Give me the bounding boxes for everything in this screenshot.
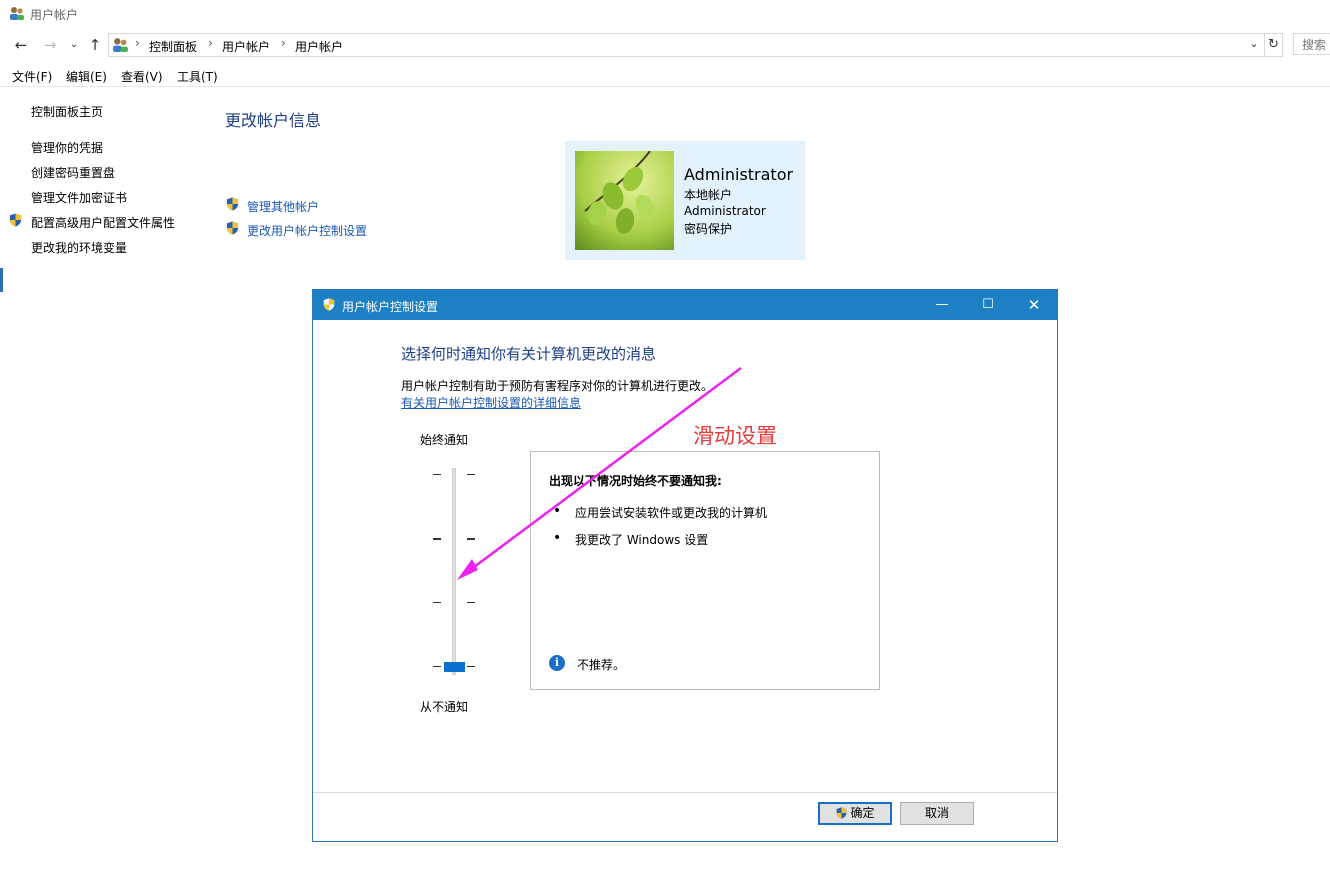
users-icon <box>113 38 128 52</box>
slider-tick <box>433 602 441 603</box>
menu-tools[interactable]: 工具(T) <box>177 68 218 85</box>
level-description-bullet: 我更改了 Windows 设置 <box>575 533 709 547</box>
slider-label-never-notify: 从不通知 <box>420 700 469 714</box>
menu-edit[interactable]: 编辑(E) <box>66 68 107 85</box>
uac-shield-icon <box>9 213 22 227</box>
sidebar-control-panel-home[interactable]: 控制面板主页 <box>31 103 103 120</box>
dialog-title-bar[interactable]: 用户帐户控制设置 — ☐ ✕ <box>313 290 1057 320</box>
user-avatar[interactable] <box>575 151 674 250</box>
breadcrumb-separator-icon[interactable]: › <box>281 36 286 50</box>
address-bar[interactable]: › 控制面板 › 用户帐户 › 用户帐户 ⌄ <box>108 33 1265 57</box>
menu-bar: 文件(F) 编辑(E) 查看(V) 工具(T) <box>0 64 1330 87</box>
sidebar-item-environment-variables[interactable]: 更改我的环境变量 <box>31 239 127 256</box>
uac-shield-icon <box>323 298 335 311</box>
uac-details-link[interactable]: 有关用户帐户控制设置的详细信息 <box>401 394 581 411</box>
uac-shield-icon <box>226 221 239 235</box>
slider-label-always-notify: 始终通知 <box>420 433 469 447</box>
bullet-icon: • <box>553 503 562 519</box>
user-name: Administrator <box>684 165 794 184</box>
window-title: 用户帐户 <box>30 8 79 22</box>
sidebar-item-encryption-certificates[interactable]: 管理文件加密证书 <box>31 189 127 206</box>
breadcrumb-user-accounts[interactable]: 用户帐户 <box>222 38 270 55</box>
slider-tick <box>433 538 441 540</box>
slider-tick <box>467 474 475 475</box>
change-uac-settings-link[interactable]: 更改用户帐户控制设置 <box>247 222 367 239</box>
breadcrumb-separator-icon[interactable]: › <box>135 36 140 50</box>
navigation-bar: ← → ⌄ ↑ › 控制面板 › 用户帐户 › 用户帐户 ⌄ ↻ 搜索 <box>0 30 1330 60</box>
back-arrow-icon[interactable]: ← <box>12 36 30 54</box>
breadcrumb-separator-icon[interactable]: › <box>208 36 213 50</box>
forward-arrow-icon[interactable]: → <box>41 36 59 54</box>
account-type: 本地帐户 <box>684 188 733 202</box>
breadcrumb-user-accounts-current[interactable]: 用户帐户 <box>295 38 343 55</box>
ok-button-label: 确定 <box>850 806 875 820</box>
maximize-icon[interactable]: ☐ <box>965 290 1011 320</box>
address-dropdown-chevron-icon[interactable]: ⌄ <box>1246 35 1262 53</box>
user-card: Administrator 本地帐户 Administrator 密码保护 <box>565 141 805 260</box>
recent-chevron-down-icon[interactable]: ⌄ <box>65 36 83 54</box>
uac-shield-icon <box>837 807 847 819</box>
slider-thumb[interactable] <box>444 662 465 672</box>
up-arrow-icon[interactable]: ↑ <box>86 36 104 54</box>
annotation-text: 滑动设置 <box>693 424 777 448</box>
not-recommended-note: 不推荐。 <box>577 658 626 672</box>
dialog-description: 用户帐户控制有助于预防有害程序对你的计算机进行更改。 <box>401 379 714 393</box>
manage-other-accounts-link[interactable]: 管理其他帐户 <box>247 198 319 215</box>
level-description-box: 出现以下情况时始终不要通知我: • 应用尝试安装软件或更改我的计算机 • 我更改… <box>530 451 880 690</box>
search-input[interactable]: 搜索 <box>1293 33 1330 55</box>
account-group: Administrator <box>684 204 766 218</box>
info-icon: i <box>549 655 565 671</box>
dialog-footer-divider <box>313 792 1057 793</box>
users-icon <box>10 7 24 20</box>
menu-file[interactable]: 文件(F) <box>12 68 52 85</box>
menu-view[interactable]: 查看(V) <box>121 68 163 85</box>
slider-track[interactable] <box>452 468 456 675</box>
slider-tick <box>433 474 441 475</box>
cancel-button[interactable]: 取消 <box>900 802 974 825</box>
slider-tick <box>433 666 441 667</box>
bullet-icon: • <box>553 530 562 546</box>
sidebar-item-create-reset-disk[interactable]: 创建密码重置盘 <box>31 164 115 181</box>
sidebar-item-advanced-profile-properties[interactable]: 配置高级用户配置文件属性 <box>31 214 175 231</box>
dialog-heading: 选择何时通知你有关计算机更改的消息 <box>401 345 657 363</box>
dialog-title: 用户帐户控制设置 <box>342 300 439 314</box>
uac-shield-icon <box>226 197 239 211</box>
level-description-bullet: 应用尝试安装软件或更改我的计算机 <box>575 506 768 520</box>
slider-tick <box>467 602 475 603</box>
close-icon[interactable]: ✕ <box>1011 290 1057 320</box>
minimize-icon[interactable]: — <box>919 290 965 320</box>
breadcrumb-control-panel[interactable]: 控制面板 <box>149 38 197 55</box>
slider-tick <box>467 538 475 540</box>
uac-settings-dialog: 用户帐户控制设置 — ☐ ✕ 选择何时通知你有关计算机更改的消息 用户帐户控制有… <box>312 289 1058 842</box>
sidebar-item-manage-credentials[interactable]: 管理你的凭据 <box>31 139 103 156</box>
slider-tick <box>467 666 475 667</box>
title-bar: 用户帐户 <box>0 0 1330 28</box>
password-status: 密码保护 <box>684 222 733 236</box>
refresh-icon[interactable]: ↻ <box>1264 33 1283 57</box>
ok-button[interactable]: 确定 <box>818 802 892 825</box>
left-edge-indicator <box>0 268 3 292</box>
level-description-heading: 出现以下情况时始终不要通知我: <box>549 474 722 488</box>
page-title: 更改帐户信息 <box>225 111 322 130</box>
